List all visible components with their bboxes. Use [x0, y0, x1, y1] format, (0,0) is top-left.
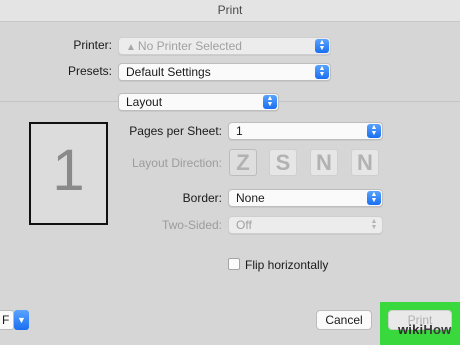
presets-value: Default Settings [126, 65, 211, 79]
border-label: Border: [182, 191, 222, 205]
chevron-updown-icon: ▲ ▼ [370, 218, 378, 231]
chevron-down-icon[interactable]: ▼ [14, 310, 29, 330]
page-preview: 1 [29, 122, 108, 225]
printer-label: Printer: [73, 38, 112, 52]
chevron-updown-icon: ▲ ▼ [315, 65, 329, 79]
layout-direction-label: Layout Direction: [131, 156, 222, 170]
flip-horizontally-label[interactable]: Flip horizontally [245, 258, 328, 272]
two-sided-value: Off [236, 218, 252, 232]
flip-horizontally-checkbox[interactable] [228, 258, 240, 270]
pages-per-sheet-value: 1 [236, 124, 243, 138]
layout-direction-z-button[interactable]: Z [229, 149, 257, 176]
two-sided-label: Two-Sided: [161, 218, 222, 232]
pages-per-sheet-label: Pages per Sheet: [129, 124, 222, 138]
preview-page-number: 1 [52, 138, 85, 203]
chevron-updown-icon: ▲ ▼ [315, 39, 329, 53]
layout-direction-s-button[interactable]: S [269, 149, 297, 176]
presets-label: Presets: [67, 64, 112, 78]
chevron-updown-icon: ▲ ▼ [263, 95, 277, 109]
section-select[interactable]: Layout ▲ ▼ [118, 93, 279, 111]
section-value: Layout [126, 95, 163, 109]
warning-triangle-icon: ▲ [126, 42, 136, 53]
wikihow-watermark: wikiHow [398, 322, 452, 337]
border-select[interactable]: None ▲ ▼ [228, 189, 383, 207]
border-value: None [236, 191, 265, 205]
printer-select[interactable]: ▲ No Printer Selected ▲ ▼ [118, 37, 331, 55]
pdf-menu-button[interactable]: F [0, 310, 14, 330]
layout-direction-n-button[interactable]: N [310, 149, 338, 176]
chevron-updown-icon: ▲ ▼ [367, 124, 381, 138]
cancel-button[interactable]: Cancel [316, 310, 372, 330]
pages-per-sheet-select[interactable]: 1 ▲ ▼ [228, 122, 383, 140]
printer-value: No Printer Selected [137, 39, 242, 53]
presets-select[interactable]: Default Settings ▲ ▼ [118, 63, 331, 81]
window-title: Print [0, 0, 460, 22]
two-sided-select[interactable]: Off ▲ ▼ [228, 216, 383, 234]
chevron-updown-icon: ▲ ▼ [367, 191, 381, 205]
layout-direction-n-reverse-button[interactable]: N [351, 149, 379, 176]
